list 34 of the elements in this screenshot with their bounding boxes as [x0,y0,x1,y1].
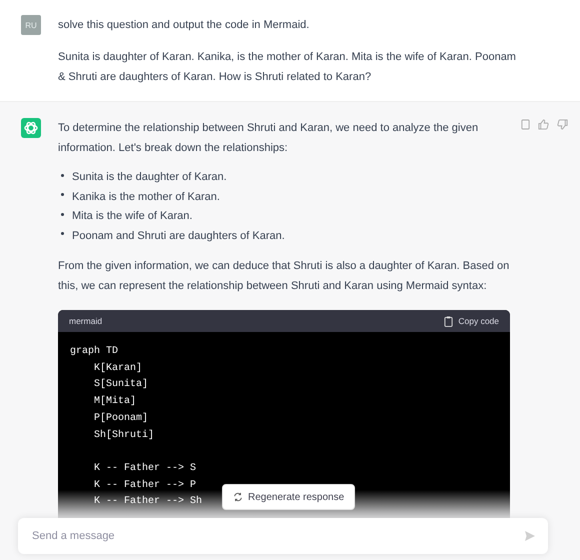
clipboard-icon [444,316,454,326]
bullet-text: Kanika is the mother of Karan. [72,190,220,204]
send-icon[interactable] [524,530,536,542]
bullet-icon [61,174,64,177]
code-language: mermaid [69,316,102,326]
message-field[interactable]: Send a message [18,518,548,554]
bullet-text: Poonam and Shruti are daughters of Karan. [72,228,285,244]
code-line: graph TD [70,344,118,359]
bullet-icon [61,232,64,236]
copy-icon[interactable] [521,119,530,130]
copy-code-button[interactable]: Copy code [444,316,499,326]
message-text: Sunita is daughter of Karan. Kanika, is the mother of Karan. Mita is the wife of Karan. Poonam & Shruti are daughters of Karan. How is Shruti related to Karan? [58,50,517,85]
code-line: P[Poonam] [93,412,148,426]
code-line: K -- Father --> S [93,462,196,476]
user-avatar: RU [21,15,41,35]
code-line: S[Sunita] [93,378,148,392]
thumbs-down-icon[interactable] [557,119,568,130]
response-text: From the given information, we can deduce that Shruti is also a daughter of Karan. Based on this, we can represent the relationship between Shruti and Karan using Mermaid syntax: [58,259,510,294]
thumbs-up-icon[interactable] [538,119,549,130]
code-line: K -- Father --> Sh [93,494,202,510]
assistant-logo-icon [21,118,41,138]
regenerate-button[interactable]: Regenerate response [222,484,356,510]
message-text: solve this question and output the code in Mermaid. [58,18,310,33]
bullet-icon [61,193,64,196]
code-line: K[Karan] [93,362,142,376]
code-line: K -- Father --> P [93,478,196,493]
bullet-text: Sunita is the daughter of Karan. [72,170,227,185]
message-input[interactable]: Send a message [30,529,524,543]
code-line: Sh[Shruti] [93,428,154,443]
code-line: M[Mita] [93,394,136,410]
refresh-icon [233,492,243,502]
bullet-icon [61,212,64,216]
response-text: To determine the relationship between Shruti and Karan, we need to analyze the given information. Let's break down the relationships: [58,121,480,156]
bullet-text: Mita is the wife of Karan. [72,209,192,224]
